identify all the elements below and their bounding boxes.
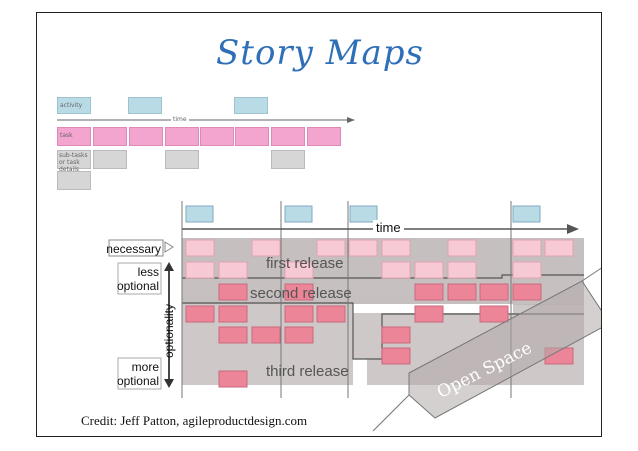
story-card [218, 326, 248, 344]
less-optional-line2: optional [116, 279, 159, 293]
story-card [218, 283, 248, 301]
optionality-label: optionality [162, 303, 176, 359]
more-optional-label: more optional [93, 360, 159, 388]
story-card [512, 261, 542, 279]
less-optional-line1: less [137, 265, 159, 279]
story-card [447, 283, 477, 301]
story-card [544, 239, 574, 257]
story-card [284, 305, 314, 323]
story-card [316, 239, 346, 257]
story-card [414, 261, 444, 279]
activity-card [512, 205, 541, 223]
more-optional-line1: more [131, 360, 159, 374]
second-release-label: second release [250, 285, 352, 302]
time-arrowhead [567, 224, 579, 234]
story-card [381, 261, 411, 279]
story-card [348, 239, 378, 257]
story-card [479, 283, 509, 301]
credit-text: Credit: Jeff Patton, agileproductdesign.… [79, 413, 310, 429]
story-card [447, 239, 477, 257]
necessary-label: necessary [106, 242, 161, 256]
first-release-label: first release [266, 255, 344, 272]
story-card [381, 347, 411, 365]
story-card [251, 239, 281, 257]
story-card [512, 239, 542, 257]
slide: Story Maps activity time task sub-tasks … [36, 12, 602, 437]
story-card [414, 305, 444, 323]
necessary-arrow [164, 241, 174, 253]
story-card [251, 326, 281, 344]
story-card [218, 261, 248, 279]
activity-card [284, 205, 313, 223]
more-optional-line2: optional [116, 374, 159, 388]
story-card [284, 326, 314, 344]
story-card [218, 370, 248, 388]
story-card [185, 239, 215, 257]
story-card [414, 283, 444, 301]
story-card [447, 261, 477, 279]
story-card [218, 305, 248, 323]
optionality-arrow-down [164, 379, 174, 388]
third-release-label: third release [266, 363, 349, 380]
story-card [381, 326, 411, 344]
activity-card [185, 205, 214, 223]
story-card [316, 305, 346, 323]
story-card [185, 261, 215, 279]
story-card [479, 305, 509, 323]
story-card [381, 239, 411, 257]
story-card [185, 305, 215, 323]
less-optional-label: less optional [93, 265, 159, 293]
story-card [512, 283, 542, 301]
time-label: time [373, 220, 404, 235]
optionality-arrow-up [164, 262, 174, 271]
